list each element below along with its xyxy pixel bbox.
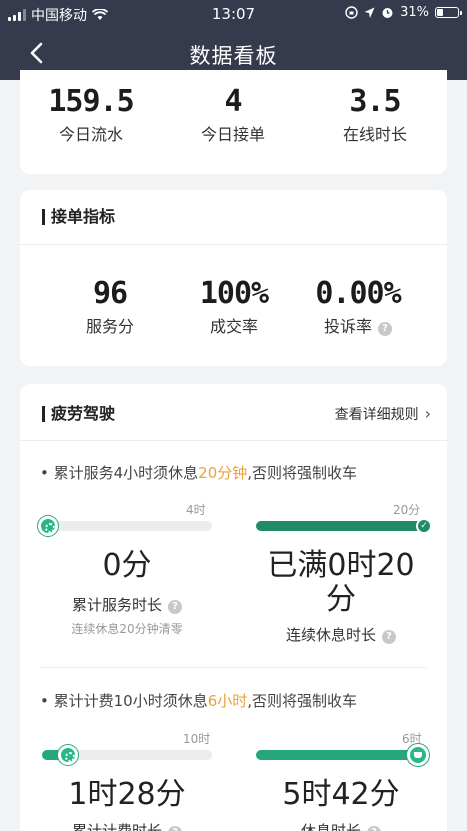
rest-time-value: 已满0时20 分	[246, 549, 436, 617]
stat-label: 在线时长	[342, 125, 407, 144]
summary-card: 159.5 今日流水 4 今日接单 3.5 在线时长	[20, 70, 447, 174]
alarm-icon	[382, 8, 393, 18]
section-title: 疲劳驾驶	[42, 406, 115, 422]
billing-time-value: 1时28分	[68, 777, 186, 812]
stat-value: 4	[224, 84, 242, 119]
stat-orders: 4 今日接单	[162, 84, 304, 145]
label-text: 连续休息时长	[285, 626, 376, 644]
order-metrics-card: 接单指标 96 服务分 100% 成交率 0.00% 投诉率?	[20, 190, 447, 366]
page-title: 数据看板	[189, 44, 278, 68]
bar-max-label: 4时	[186, 503, 206, 517]
question-icon[interactable]: ?	[367, 826, 381, 831]
divider	[40, 667, 427, 668]
timer-knob-icon	[57, 745, 78, 765]
metric-value: 96	[92, 276, 128, 311]
divider	[20, 244, 447, 245]
check-icon: ✓	[416, 518, 432, 534]
question-icon[interactable]: ?	[378, 322, 392, 336]
metric-value: 100%	[199, 276, 269, 311]
stat-label: 今日流水	[58, 125, 123, 144]
stat-revenue: 159.5 今日流水	[20, 84, 162, 145]
metric-service-score: 96 服务分	[40, 276, 180, 337]
rule-text: • 累计服务4小时须休息	[40, 464, 199, 482]
section-title: 接单指标	[42, 209, 115, 225]
metric-deal-rate: 100% 成交率	[164, 276, 304, 337]
bar-max-label: 20分	[393, 503, 421, 517]
chevron-right-icon: ›	[424, 404, 431, 423]
rule-text: ,否则将强制收车	[247, 464, 358, 482]
rule-highlight: 6小时	[207, 692, 248, 710]
rest-progress-bar: ✓	[256, 518, 432, 534]
rule-text: • 累计计费10小时须休息	[40, 692, 208, 710]
rule-billing-limit: • 累计计费10小时须休息6小时,否则将强制收车	[40, 690, 357, 711]
timer-knob-icon	[38, 516, 58, 536]
metric-complaint-rate: 0.00% 投诉率?	[288, 276, 428, 337]
view-rules-link[interactable]: 查看详细规则 ›	[335, 404, 431, 424]
rule-text: ,否则将强制收车	[247, 692, 358, 710]
progress-fill	[256, 521, 426, 531]
label-text: 休息时长	[300, 822, 361, 831]
question-icon[interactable]: ?	[168, 826, 182, 831]
billing-time-label: 累计计费时长?	[42, 820, 212, 831]
label-text: 累计计费时长	[71, 822, 162, 831]
rest-time-value-line2: 分	[326, 582, 356, 617]
billing-progress-bar	[42, 745, 212, 765]
service-time-value: 0分	[102, 548, 152, 583]
question-icon[interactable]: ?	[168, 600, 182, 614]
metric-value: 0.00%	[315, 276, 401, 311]
rule-highlight: 20分钟	[198, 464, 248, 482]
location-icon	[364, 7, 375, 18]
metric-label-text: 投诉率	[323, 317, 372, 336]
metric-label: 投诉率?	[288, 313, 428, 337]
status-bar: 中国移动 13:07 31%	[0, 0, 467, 28]
service-progress-bar	[38, 516, 212, 536]
service-time-note: 连续休息20分钟清零	[71, 622, 183, 636]
progress-fill	[256, 750, 418, 760]
screen-lock-icon	[345, 6, 358, 19]
label-text: 累计服务时长	[71, 596, 162, 614]
battery-percent: 31%	[400, 5, 429, 20]
rest-time-value-line1: 已满0时20	[267, 548, 415, 583]
service-time-label: 累计服务时长?	[42, 594, 212, 615]
rule-service-limit: • 累计服务4小时须休息20分钟,否则将强制收车	[40, 462, 357, 483]
fatigue-card: 疲劳驾驶 查看详细规则 › • 累计服务4小时须休息20分钟,否则将强制收车 4时…	[20, 384, 447, 831]
divider	[20, 440, 447, 441]
metric-label: 服务分	[85, 317, 134, 336]
rest2-progress-bar	[256, 744, 429, 766]
battery-icon	[435, 7, 462, 18]
rest2-time-label: 休息时长?	[256, 820, 426, 831]
metric-label: 成交率	[209, 317, 258, 336]
bar-max-label: 10时	[183, 732, 211, 746]
stat-online-time: 3.5 在线时长	[304, 84, 446, 145]
coffee-cup-icon	[406, 744, 429, 766]
rest2-time-value: 5时42分	[282, 777, 400, 812]
view-rules-label: 查看详细规则	[334, 407, 419, 423]
stat-value: 3.5	[349, 84, 401, 119]
stat-value: 159.5	[48, 84, 134, 119]
rest-time-label: 连续休息时长?	[256, 624, 426, 645]
question-icon[interactable]: ?	[382, 630, 396, 644]
stat-label: 今日接单	[200, 125, 265, 144]
app-header: 中国移动 13:07 31% 数据看板	[0, 0, 467, 80]
